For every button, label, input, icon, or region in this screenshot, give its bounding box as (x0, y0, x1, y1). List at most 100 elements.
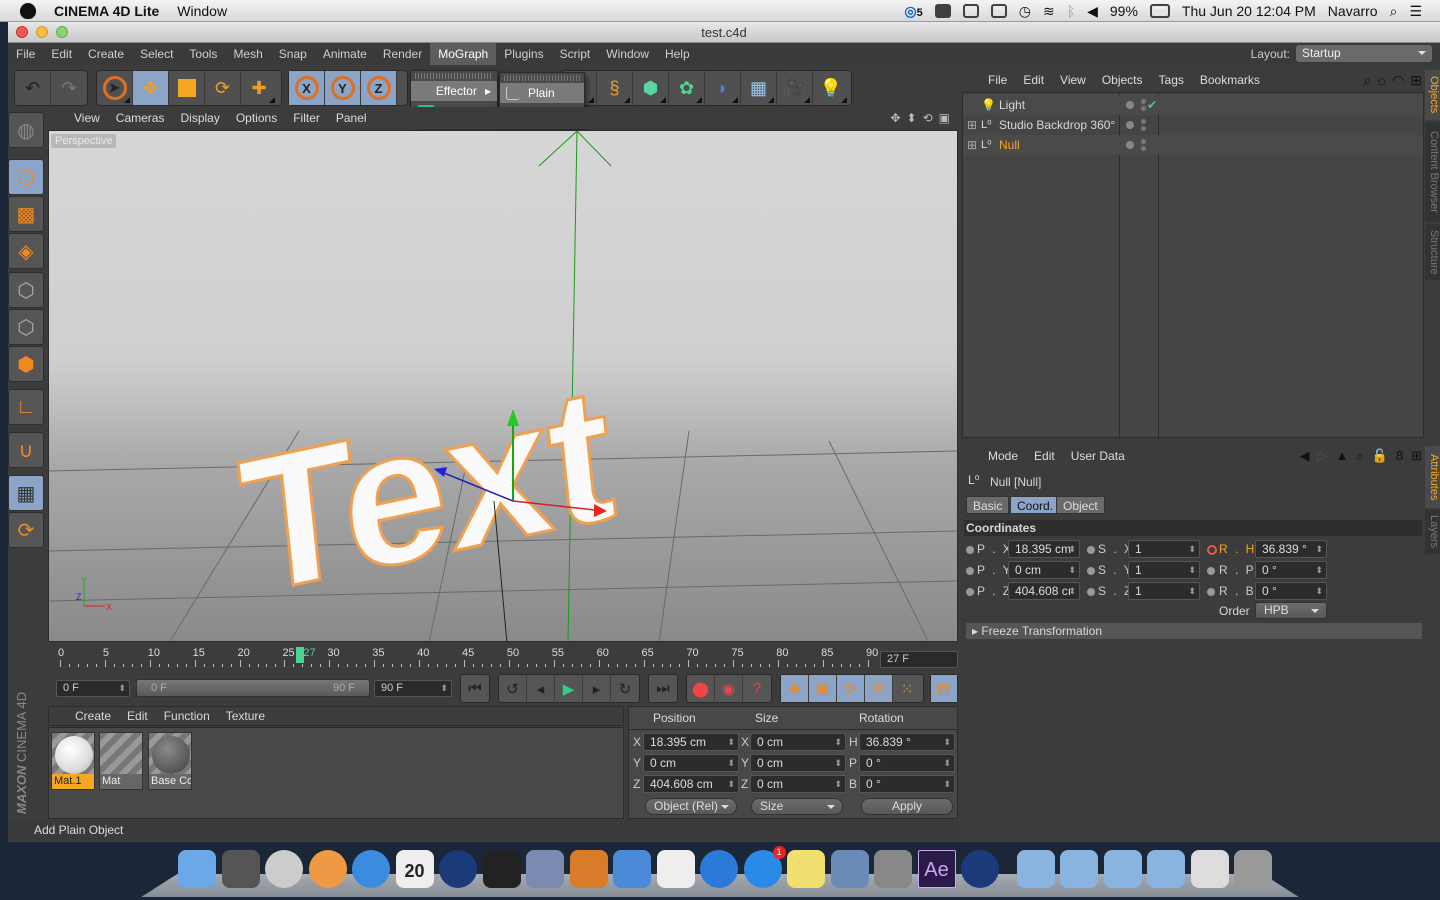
z-axis-lock[interactable]: Z (361, 71, 397, 105)
menu-mograph[interactable]: MoGraph (430, 43, 497, 65)
battery-percent[interactable]: 99% (1110, 3, 1138, 19)
rotation-b-field[interactable]: 0 ° (859, 775, 955, 793)
dock-cinema-4d-icon[interactable] (439, 850, 477, 888)
expand-icon[interactable]: ⊞ (967, 115, 977, 135)
viewport-menu-filter[interactable]: Filter (285, 111, 328, 125)
pla-key-icon[interactable]: ⁙ (893, 675, 921, 702)
size-z-field[interactable]: 0 cm (750, 775, 846, 793)
prev-frame-icon[interactable]: ◂ (527, 675, 555, 702)
rotation-p-field[interactable]: 0 ° (859, 754, 955, 772)
home-icon[interactable]: ⌂ (1378, 72, 1386, 89)
material-menu-create[interactable]: Create (67, 709, 119, 723)
new-panel-icon[interactable]: ⊞ (1410, 72, 1422, 89)
viewport-menu-view[interactable]: View (66, 111, 108, 125)
dock-recent-icon[interactable] (1190, 850, 1229, 888)
back-arrow-icon[interactable]: ◀ (1300, 448, 1310, 464)
lock-icon[interactable]: 🔓 (1372, 448, 1388, 464)
eject-icon[interactable] (962, 4, 979, 18)
dock-trash-icon[interactable] (1234, 850, 1272, 888)
3d-text-object[interactable]: Text (230, 344, 624, 637)
minimize-button[interactable] (36, 26, 48, 38)
model-mode-icon[interactable]: ⬡ (8, 159, 44, 195)
size-y-field[interactable]: 0 cm (750, 754, 846, 772)
new-panel-icon[interactable]: ⊞ (1411, 448, 1422, 464)
menu-item-plain[interactable]: Plain (500, 83, 584, 103)
next-key-icon[interactable]: ↻ (611, 675, 639, 702)
move-key-icon[interactable]: ✥ (781, 675, 809, 702)
deformer-icon[interactable]: ⬢ (633, 71, 669, 105)
script-icon[interactable] (934, 4, 951, 18)
3d-viewport[interactable]: Perspective Text Y Z X (48, 130, 958, 642)
dock-calendar-icon[interactable]: 20 (395, 850, 434, 888)
attributes-menu-edit[interactable]: Edit (1026, 449, 1063, 463)
up-arrow-icon[interactable]: ▲ (1336, 448, 1349, 464)
dock-documents-icon[interactable] (1060, 850, 1098, 888)
dock-script-editor-icon[interactable] (526, 850, 564, 888)
nurbs-bend-icon[interactable]: ◗ (705, 71, 741, 105)
submenu-grip[interactable] (504, 75, 580, 81)
material-item[interactable]: Mat (99, 732, 143, 790)
size-x-field[interactable]: 0 cm (750, 733, 846, 751)
check-tag-icon[interactable]: ✔ (1147, 95, 1157, 115)
keyframe-dot[interactable] (1207, 567, 1215, 575)
dock-maya-icon[interactable] (482, 850, 521, 888)
tab-basic[interactable]: Basic (966, 496, 1010, 514)
zoom-view-icon[interactable]: ⬍ (907, 111, 917, 125)
pan-view-icon[interactable]: ✥ (890, 111, 900, 125)
objects-menu-edit[interactable]: Edit (1015, 73, 1052, 87)
objects-menu-bookmarks[interactable]: Bookmarks (1192, 73, 1268, 87)
workplane-mode-icon[interactable]: ◈ (8, 233, 44, 269)
undo-icon[interactable]: ↶ (15, 71, 51, 105)
object-row[interactable]: ⊞ L⁰ Null (963, 135, 1423, 155)
menu-grip[interactable] (415, 73, 493, 79)
menu-window[interactable]: Window (598, 43, 657, 65)
rotate-key-icon[interactable]: ⟳ (837, 675, 865, 702)
side-tab-structure[interactable]: Structure (1425, 224, 1440, 280)
keyframe-dot[interactable] (1087, 546, 1095, 554)
creative-cloud-icon[interactable]: ◎5 (904, 3, 922, 20)
attributes-menu-mode[interactable]: Mode (980, 449, 1026, 463)
coordinate-mode-dropdown[interactable]: Object (Rel) (645, 798, 737, 815)
polygons-mode-icon[interactable]: ⬢ (8, 346, 44, 382)
keyframe-dot[interactable] (966, 546, 974, 554)
camera-icon[interactable]: 🎥 (777, 71, 813, 105)
tab-coord[interactable]: Coord. (1010, 496, 1061, 514)
expand-icon[interactable]: ⊞ (967, 135, 977, 155)
convert-object-icon[interactable]: ◍ (8, 112, 44, 148)
material-menu-texture[interactable]: Texture (218, 709, 273, 723)
keyframe-dot-active[interactable] (1207, 545, 1217, 555)
window-menu[interactable]: Window (177, 3, 227, 19)
display-icon[interactable] (990, 4, 1007, 18)
attr-rotation-b[interactable]: 0 ° (1255, 582, 1327, 600)
render-dots[interactable] (1141, 119, 1146, 124)
attr-scale-y[interactable]: 1 (1128, 561, 1200, 579)
points-mode-icon[interactable]: ⬡ (8, 272, 44, 308)
menu-snap[interactable]: Snap (271, 43, 315, 65)
volume-icon[interactable]: ◀ (1087, 3, 1098, 20)
autokey-icon[interactable]: ◉ (715, 675, 743, 702)
dock-safari-icon[interactable] (352, 850, 390, 888)
menu-select[interactable]: Select (132, 43, 181, 65)
material-menu-function[interactable]: Function (156, 709, 218, 723)
clock[interactable]: Thu Jun 20 12:04 PM (1182, 3, 1316, 19)
rotation-h-field[interactable]: 36.839 ° (859, 733, 955, 751)
move-icon[interactable]: ✥ (133, 71, 169, 105)
current-frame-field[interactable]: 27 F (880, 651, 958, 668)
menu-create[interactable]: Create (80, 43, 132, 65)
side-tab-attributes[interactable]: Attributes (1425, 446, 1440, 508)
menu-animate[interactable]: Animate (315, 43, 375, 65)
toggle-view-icon[interactable]: ▣ (939, 111, 950, 125)
mograph-cloner-icon[interactable]: ✿ (669, 71, 705, 105)
goto-end-icon[interactable]: ⏭ (649, 675, 677, 702)
record-icon[interactable]: ⬤ (687, 675, 715, 702)
position-y-field[interactable]: 0 cm (643, 754, 739, 772)
spotlight-icon[interactable]: ⌕ (1390, 3, 1398, 20)
zoom-button[interactable] (56, 26, 68, 38)
snap-icon[interactable]: ∪ (8, 432, 44, 468)
floor-icon[interactable]: ▦ (741, 71, 777, 105)
render-dots[interactable] (1141, 139, 1146, 144)
search-icon[interactable]: ⌕ (1356, 448, 1363, 464)
param-key-icon[interactable]: Ⓟ (865, 675, 893, 702)
material-menu-edit[interactable]: Edit (119, 709, 156, 723)
goto-start-icon[interactable]: ⏮ (461, 675, 489, 702)
